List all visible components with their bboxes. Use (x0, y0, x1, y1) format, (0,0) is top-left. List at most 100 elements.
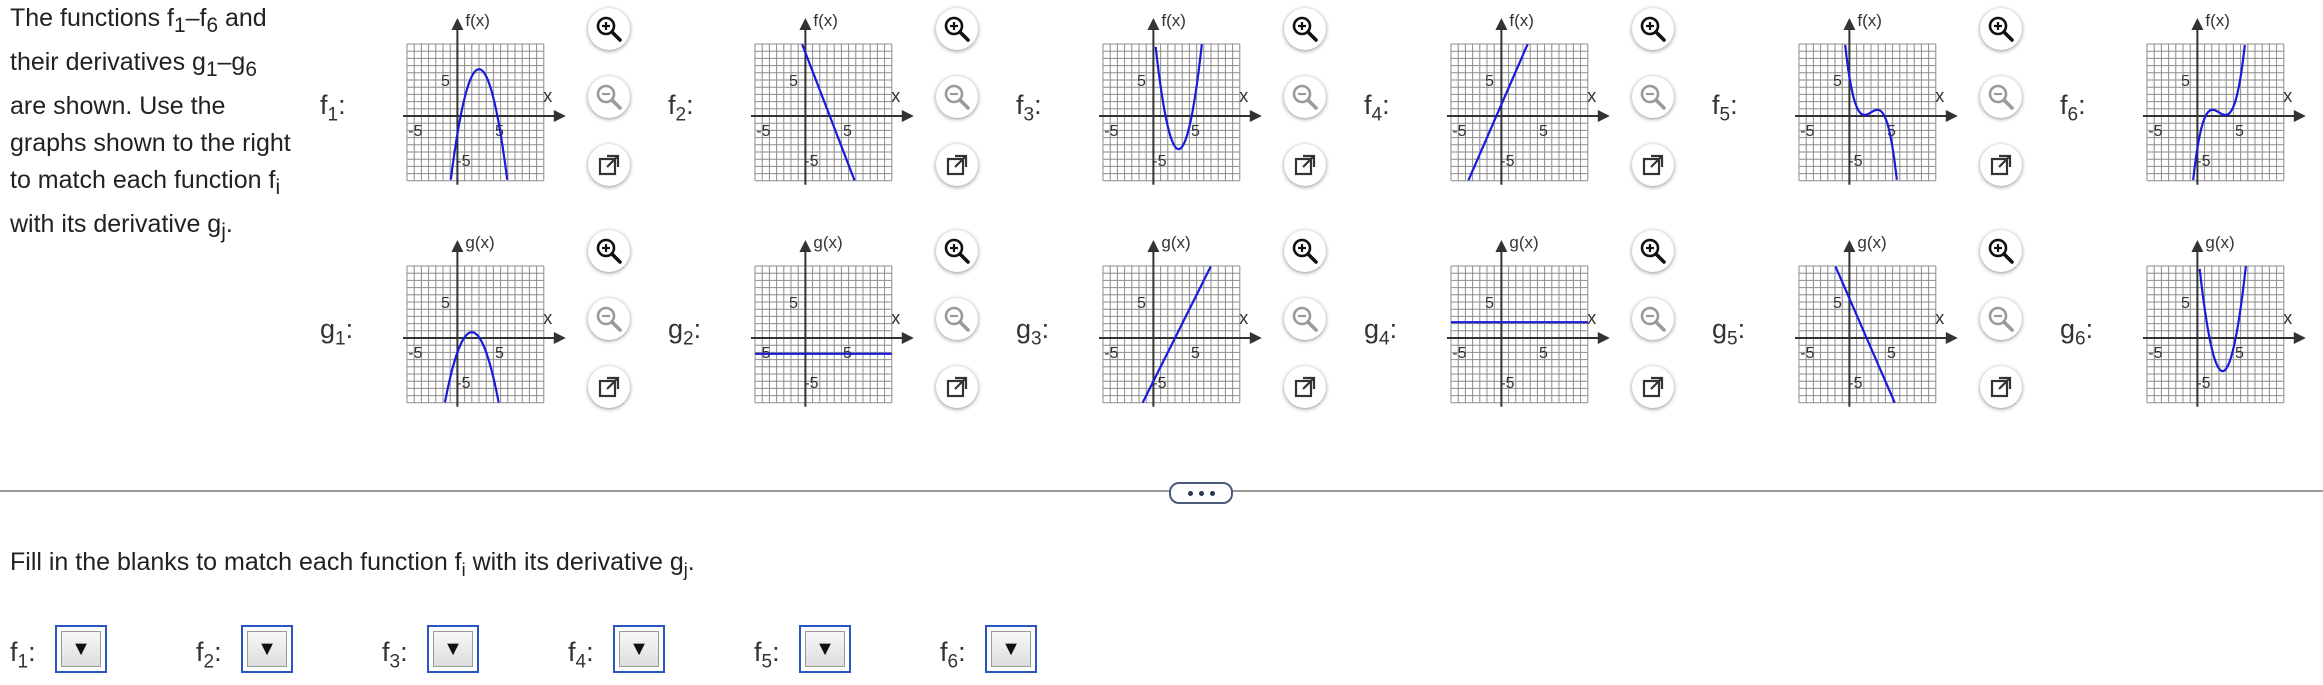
zoom-in-button[interactable] (1980, 230, 2022, 272)
popout-button[interactable] (1980, 144, 2022, 186)
popout-button[interactable] (936, 366, 978, 408)
zoom-out-button[interactable] (1980, 76, 2022, 118)
divider-drag-handle[interactable] (1169, 482, 1233, 504)
x-tick-label: -5 (1800, 345, 1814, 362)
dropdown-arrow-icon: ▼ (61, 631, 101, 667)
zoom-in-icon (596, 16, 622, 42)
zoom-out-button[interactable] (1284, 76, 1326, 118)
derivative-select[interactable]: ▼ (427, 625, 479, 673)
y-tick-label: 5 (441, 295, 450, 312)
x-tick-label: -5 (1104, 123, 1118, 140)
graph-label: f3: (1016, 90, 1042, 126)
graph-grid: f1: f(x) x -5 5 5 -5 f2: f(x) x -5 5 5 -5 f3: f(x) x -5 5 5… (320, 0, 2323, 460)
x-tick-label: 5 (2235, 345, 2244, 362)
answer-label: f4: (568, 637, 594, 673)
graph-label: f4: (1364, 90, 1390, 126)
popout-button[interactable] (936, 144, 978, 186)
y-tick-label: -5 (2196, 375, 2210, 392)
intro-line-6: with its derivative gj. (10, 210, 233, 243)
x-axis-arrow (1249, 110, 1262, 122)
x-tick-label: -5 (2148, 345, 2162, 362)
y-axis-arrow (799, 240, 812, 252)
zoom-in-button[interactable] (1284, 8, 1326, 50)
zoom-out-button[interactable] (936, 76, 978, 118)
x-axis-arrow (1945, 110, 1958, 122)
zoom-in-button[interactable] (1632, 230, 1674, 272)
x-tick-label: 5 (495, 345, 504, 362)
graph-plot[interactable]: g(x) x -5 5 5 -5 (733, 226, 914, 416)
graph-plot[interactable]: g(x) x -5 5 5 -5 (1081, 226, 1262, 416)
derivative-select[interactable]: ▼ (613, 625, 665, 673)
zoom-in-button[interactable] (1284, 230, 1326, 272)
coordinate-plane: f(x)x-5 55-5 (403, 11, 566, 185)
graph-plot[interactable]: f(x) x -5 5 5 -5 (2125, 4, 2306, 194)
graph-plot[interactable]: f(x) x -5 5 5 -5 (1081, 4, 1262, 194)
popout-button[interactable] (1632, 144, 1674, 186)
zoom-out-button[interactable] (1632, 298, 1674, 340)
popout-icon (1294, 154, 1316, 176)
x-axis-arrow (1945, 332, 1958, 344)
zoom-in-button[interactable] (936, 230, 978, 272)
graph-label: f1: (320, 90, 346, 126)
answer-label: f1: (10, 637, 36, 673)
popout-button[interactable] (1284, 144, 1326, 186)
y-axis-arrow (1147, 18, 1160, 30)
coordinate-plane: f(x)x-5 55-5 (1447, 11, 1610, 185)
x-axis-label: x (891, 308, 900, 328)
y-axis-arrow (1495, 240, 1508, 252)
graph-tools (936, 230, 980, 410)
coordinate-plane: f(x)x-5 55-5 (1099, 11, 1262, 185)
y-axis-label: f(x) (1509, 11, 1534, 30)
derivative-select[interactable]: ▼ (799, 625, 851, 673)
graph-plot[interactable]: g(x) x -5 5 5 -5 (2125, 226, 2306, 416)
zoom-out-button[interactable] (1632, 76, 1674, 118)
popout-button[interactable] (1980, 366, 2022, 408)
x-tick-label: 5 (1887, 345, 1896, 362)
graph-tools (936, 8, 980, 188)
zoom-out-icon (596, 306, 622, 332)
zoom-in-button[interactable] (588, 8, 630, 50)
zoom-in-button[interactable] (588, 230, 630, 272)
derivative-select[interactable]: ▼ (985, 625, 1037, 673)
zoom-out-button[interactable] (588, 298, 630, 340)
coordinate-plane: f(x)x-5 55-5 (1795, 11, 1958, 185)
zoom-out-button[interactable] (1980, 298, 2022, 340)
graph-plot[interactable]: g(x) x -5 5 5 -5 (385, 226, 566, 416)
graph-plot[interactable]: f(x) x -5 5 5 -5 (1429, 4, 1610, 194)
popout-button[interactable] (588, 144, 630, 186)
y-axis-label: f(x) (465, 11, 490, 30)
zoom-in-button[interactable] (1980, 8, 2022, 50)
zoom-in-button[interactable] (936, 8, 978, 50)
y-axis-arrow (799, 18, 812, 30)
zoom-in-button[interactable] (1632, 8, 1674, 50)
y-tick-label: 5 (1485, 295, 1494, 312)
derivative-select[interactable]: ▼ (55, 625, 107, 673)
graph-plot[interactable]: g(x) x -5 5 5 -5 (1429, 226, 1610, 416)
graph-plot[interactable]: g(x) x -5 5 5 -5 (1777, 226, 1958, 416)
x-axis-label: x (1935, 86, 1944, 106)
popout-button[interactable] (588, 366, 630, 408)
zoom-out-icon (944, 306, 970, 332)
zoom-out-button[interactable] (588, 76, 630, 118)
graph-label: g2: (668, 314, 702, 350)
zoom-out-button[interactable] (936, 298, 978, 340)
graph-label: g5: (1712, 314, 1746, 350)
y-axis-arrow (451, 18, 464, 30)
x-axis-label: x (1935, 308, 1944, 328)
y-axis-arrow (1843, 240, 1856, 252)
function-graph-2: f2: f(x) x -5 5 5 -5 (668, 0, 1016, 222)
popout-button[interactable] (1284, 366, 1326, 408)
zoom-in-icon (1640, 238, 1666, 264)
popout-button[interactable] (1632, 366, 1674, 408)
graph-plot[interactable]: f(x) x -5 5 5 -5 (733, 4, 914, 194)
function-curve (1467, 43, 1529, 181)
graph-tools (588, 8, 632, 188)
graph-plot[interactable]: f(x) x -5 5 5 -5 (385, 4, 566, 194)
x-axis-arrow (1597, 332, 1610, 344)
problem-description: The functions f1–f6 and their derivative… (10, 0, 310, 250)
popout-icon (1990, 376, 2012, 398)
zoom-out-button[interactable] (1284, 298, 1326, 340)
graph-plot[interactable]: f(x) x -5 5 5 -5 (1777, 4, 1958, 194)
y-tick-label: 5 (2181, 73, 2190, 90)
derivative-select[interactable]: ▼ (241, 625, 293, 673)
